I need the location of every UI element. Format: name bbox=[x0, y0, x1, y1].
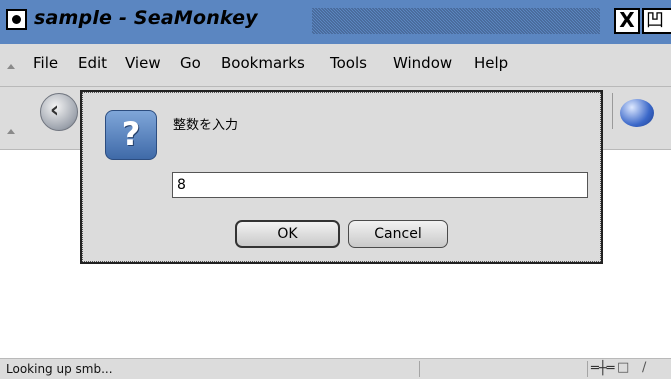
menu-view[interactable]: View bbox=[125, 54, 161, 72]
menu-bar: File Edit View Go Bookmarks Tools Window… bbox=[0, 44, 671, 87]
titlebar-stipple bbox=[312, 8, 600, 34]
toolbar-grip-icon[interactable] bbox=[7, 129, 15, 134]
close-button[interactable]: X bbox=[614, 8, 640, 34]
prompt-dialog: ? 整数を入力 8 OK Cancel bbox=[80, 90, 603, 264]
seamonkey-throbber-icon[interactable] bbox=[620, 99, 654, 127]
menu-go[interactable]: Go bbox=[180, 54, 201, 72]
toolbar-separator bbox=[604, 93, 613, 129]
menu-file[interactable]: File bbox=[33, 54, 58, 72]
online-connection-icon[interactable]: ═┼═ bbox=[591, 361, 614, 376]
security-lock-icon[interactable]: □ bbox=[617, 360, 629, 375]
maximize-button[interactable]: 凹 bbox=[642, 8, 671, 34]
prompt-label: 整数を入力 bbox=[173, 118, 239, 133]
status-text: Looking up smb... bbox=[6, 362, 113, 376]
menu-bookmarks[interactable]: Bookmarks bbox=[221, 54, 305, 72]
menu-tools[interactable]: Tools bbox=[330, 54, 367, 72]
cancel-button[interactable]: Cancel bbox=[348, 220, 448, 248]
menu-edit[interactable]: Edit bbox=[78, 54, 107, 72]
ok-button[interactable]: OK bbox=[235, 220, 340, 248]
menu-help[interactable]: Help bbox=[474, 54, 508, 72]
status-separator bbox=[419, 361, 420, 377]
window-titlebar[interactable]: sample - SeaMonkey X 凹 bbox=[0, 0, 671, 45]
back-arrow-icon[interactable]: ‹ bbox=[40, 93, 78, 131]
menubar-grip-icon[interactable] bbox=[7, 64, 15, 69]
window-menu-button[interactable] bbox=[6, 9, 27, 30]
window-title: sample - SeaMonkey bbox=[34, 7, 258, 29]
status-bar: Looking up smb... ═┼═ □ ∕ bbox=[0, 358, 671, 379]
status-separator bbox=[587, 361, 588, 377]
menu-window[interactable]: Window bbox=[393, 54, 452, 72]
integer-input[interactable]: 8 bbox=[172, 172, 588, 198]
status-extra-icon: ∕ bbox=[642, 360, 647, 375]
question-icon: ? bbox=[105, 110, 157, 160]
